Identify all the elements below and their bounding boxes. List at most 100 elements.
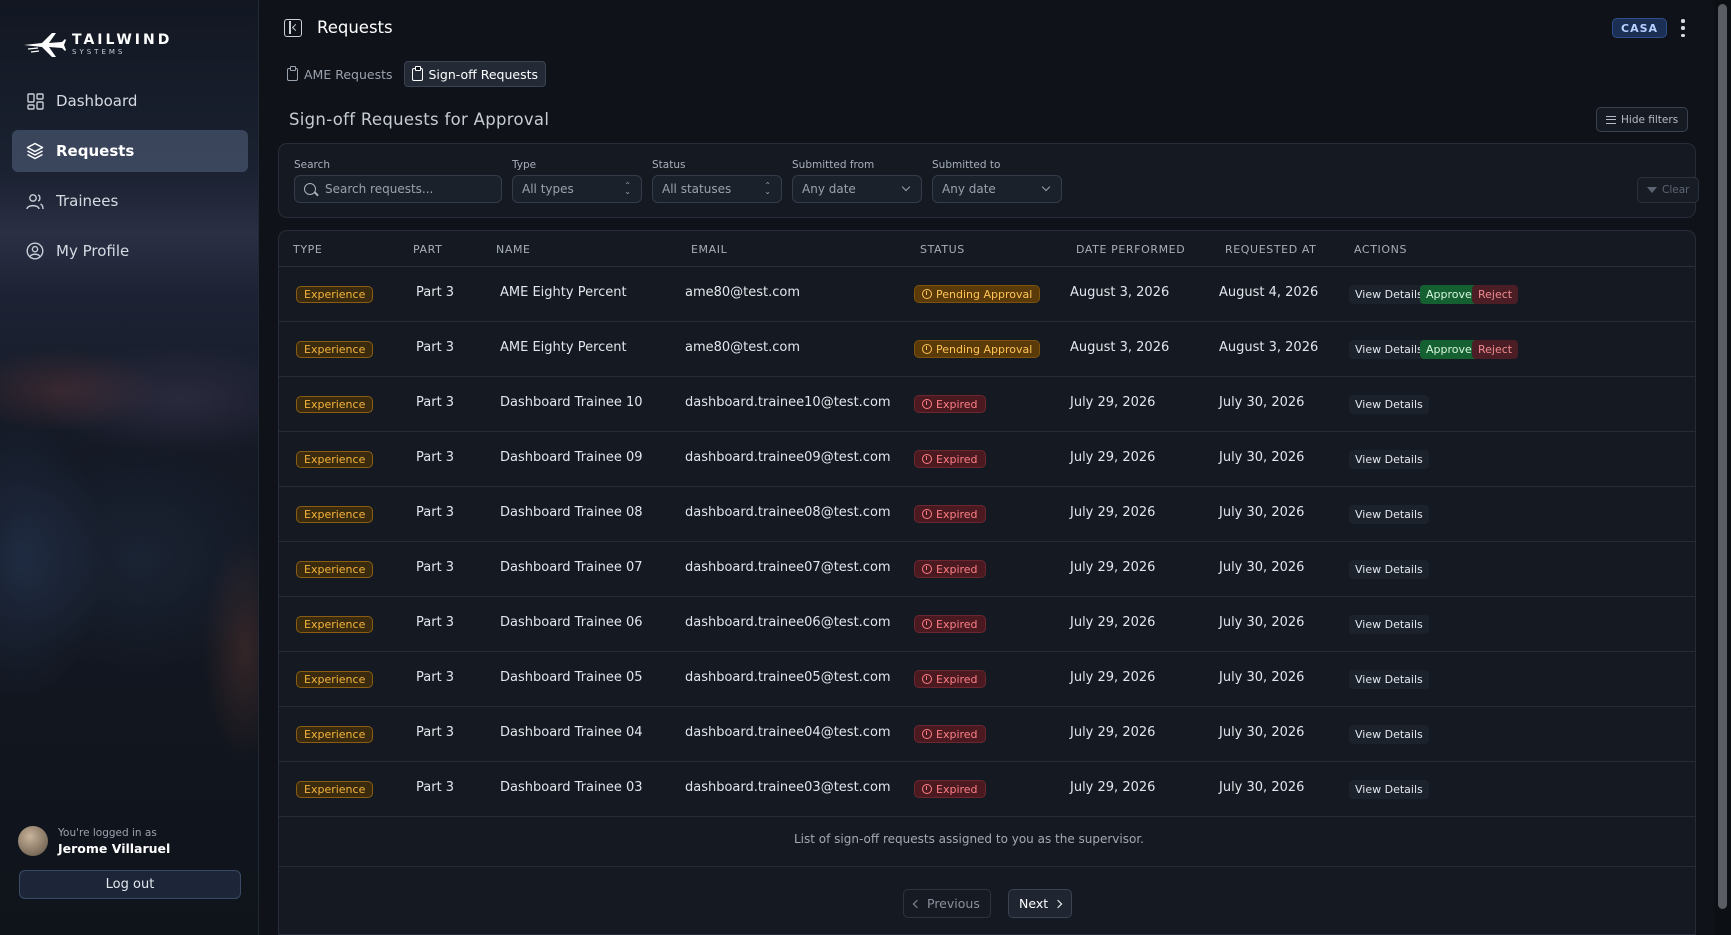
status-label: Pending Approval	[936, 287, 1033, 301]
status-label: Expired	[936, 397, 978, 411]
column-header-type[interactable]: TYPE	[293, 243, 322, 256]
more-options-icon[interactable]	[1680, 19, 1686, 37]
submitted-to-filter: Submitted to Any date	[932, 159, 1062, 203]
table-row[interactable]: Experience Part 3 Dashboard Trainee 07 dash…	[279, 542, 1695, 597]
sidebar-item-trainees[interactable]: Trainees	[12, 180, 248, 222]
status-badge: Expired	[914, 780, 986, 798]
name-cell: Dashboard Trainee 09	[500, 450, 643, 465]
page-scrollbar[interactable]	[1714, 0, 1731, 935]
table-row[interactable]: Experience Part 3 Dashboard Trainee 04 dash…	[279, 707, 1695, 762]
status-select[interactable]: All statuses ⌃ ⌄	[652, 175, 782, 203]
approve-button[interactable]: Approve	[1420, 340, 1478, 359]
status-badge: Expired	[914, 395, 986, 413]
clock-icon	[922, 289, 932, 299]
table-row[interactable]: Experience Part 3 Dashboard Trainee 03 dash…	[279, 762, 1695, 817]
table-header: TYPE PART NAME EMAIL STATUS DATE PERFORM…	[279, 231, 1695, 267]
sidebar-item-requests[interactable]: Requests	[12, 130, 248, 172]
name-cell: Dashboard Trainee 04	[500, 725, 643, 740]
sidebar-toggle-icon[interactable]	[284, 19, 302, 37]
type-select[interactable]: All types ⌃ ⌄	[512, 175, 642, 203]
alert-circle-icon	[922, 729, 932, 739]
brand-logo[interactable]: TAILWIND SYSTEMS	[22, 30, 172, 58]
view-details-button[interactable]: View Details	[1349, 780, 1429, 799]
column-header-part[interactable]: PART	[413, 243, 442, 256]
table-row[interactable]: Experience Part 3 AME Eighty Percent ame80@…	[279, 322, 1695, 377]
status-badge: Pending Approval	[914, 340, 1041, 358]
table-row[interactable]: Experience Part 3 Dashboard Trainee 06 dash…	[279, 597, 1695, 652]
alert-circle-icon	[922, 619, 932, 629]
table-row[interactable]: Experience Part 3 Dashboard Trainee 09 dash…	[279, 432, 1695, 487]
part-cell: Part 3	[416, 560, 455, 575]
hide-filters-button[interactable]: Hide filters	[1596, 107, 1689, 132]
view-details-button[interactable]: View Details	[1349, 505, 1429, 524]
email-cell: dashboard.trainee03@test.com	[685, 780, 891, 795]
page-title: Requests	[317, 18, 393, 37]
view-details-button[interactable]: View Details	[1349, 395, 1429, 414]
table-row[interactable]: Experience Part 3 Dashboard Trainee 10 dash…	[279, 377, 1695, 432]
filters-panel: Search Search requests... Type All types…	[278, 143, 1700, 218]
view-details-button[interactable]: View Details	[1349, 670, 1429, 689]
requested-at-cell: July 30, 2026	[1219, 615, 1305, 630]
next-label: Next	[1019, 896, 1049, 911]
view-details-button[interactable]: View Details	[1349, 450, 1429, 469]
chevron-down-icon	[901, 182, 911, 192]
user-circle-icon	[26, 242, 44, 260]
clear-filters-button[interactable]: Clear	[1637, 177, 1700, 203]
column-header-email[interactable]: EMAIL	[691, 243, 727, 256]
alert-circle-icon	[922, 454, 932, 464]
next-page-button[interactable]: Next	[1008, 889, 1073, 918]
filter-label: Submitted to	[932, 159, 1001, 171]
alert-circle-icon	[922, 509, 932, 519]
column-header-requested-at[interactable]: REQUESTED AT	[1225, 243, 1316, 256]
reject-button[interactable]: Reject	[1472, 285, 1519, 304]
type-badge: Experience	[296, 561, 374, 578]
scrollbar-thumb[interactable]	[1718, 4, 1727, 909]
name-cell: Dashboard Trainee 10	[500, 395, 643, 410]
sidebar-item-dashboard[interactable]: Dashboard	[12, 80, 248, 122]
part-cell: Part 3	[416, 725, 455, 740]
type-badge: Experience	[296, 451, 374, 468]
type-badge: Experience	[296, 781, 374, 798]
submitted-from-filter: Submitted from Any date	[792, 159, 922, 203]
reject-button[interactable]: Reject	[1472, 340, 1519, 359]
previous-page-button[interactable]: Previous	[903, 889, 991, 918]
view-details-button[interactable]: View Details	[1349, 725, 1429, 744]
clear-label: Clear	[1662, 184, 1690, 196]
part-cell: Part 3	[416, 670, 455, 685]
column-header-date-performed[interactable]: DATE PERFORMED	[1076, 243, 1185, 256]
search-input[interactable]: Search requests...	[294, 175, 502, 203]
view-details-button[interactable]: View Details	[1349, 340, 1429, 359]
date-performed-cell: July 29, 2026	[1070, 780, 1156, 795]
sidebar-item-my-profile[interactable]: My Profile	[12, 230, 248, 272]
status-badge: Pending Approval	[914, 285, 1041, 303]
filter-label: Type	[512, 159, 537, 171]
date-performed-cell: July 29, 2026	[1070, 560, 1156, 575]
view-details-button[interactable]: View Details	[1349, 560, 1429, 579]
email-cell: dashboard.trainee09@test.com	[685, 450, 891, 465]
submitted-to-picker[interactable]: Any date	[932, 175, 1062, 203]
status-badge: Expired	[914, 670, 986, 688]
alert-circle-icon	[922, 399, 932, 409]
view-details-button[interactable]: View Details	[1349, 615, 1429, 634]
view-details-button[interactable]: View Details	[1349, 285, 1429, 304]
submitted-from-picker[interactable]: Any date	[792, 175, 922, 203]
status-badge: Expired	[914, 615, 986, 633]
name-cell: Dashboard Trainee 07	[500, 560, 643, 575]
select-arrows-icon: ⌃ ⌄	[764, 181, 771, 196]
tab-sign-off-requests[interactable]: Sign-off Requests	[403, 61, 547, 87]
column-header-name[interactable]: NAME	[496, 243, 531, 256]
table-row[interactable]: Experience Part 3 Dashboard Trainee 05 dash…	[279, 652, 1695, 707]
table-row[interactable]: Experience Part 3 AME Eighty Percent ame80@…	[279, 267, 1695, 322]
email-cell: dashboard.trainee05@test.com	[685, 670, 891, 685]
approve-button[interactable]: Approve	[1420, 285, 1478, 304]
type-badge: Experience	[296, 671, 374, 688]
column-header-status[interactable]: STATUS	[920, 243, 965, 256]
tab-ame-requests[interactable]: AME Requests	[280, 61, 400, 87]
type-badge: Experience	[296, 286, 374, 303]
hide-filters-label: Hide filters	[1621, 113, 1679, 126]
table-row[interactable]: Experience Part 3 Dashboard Trainee 08 dash…	[279, 487, 1695, 542]
logout-button[interactable]: Log out	[19, 870, 241, 899]
select-arrows-icon: ⌃ ⌄	[624, 181, 631, 196]
section-title: Sign-off Requests for Approval	[289, 110, 550, 129]
part-cell: Part 3	[416, 340, 455, 355]
